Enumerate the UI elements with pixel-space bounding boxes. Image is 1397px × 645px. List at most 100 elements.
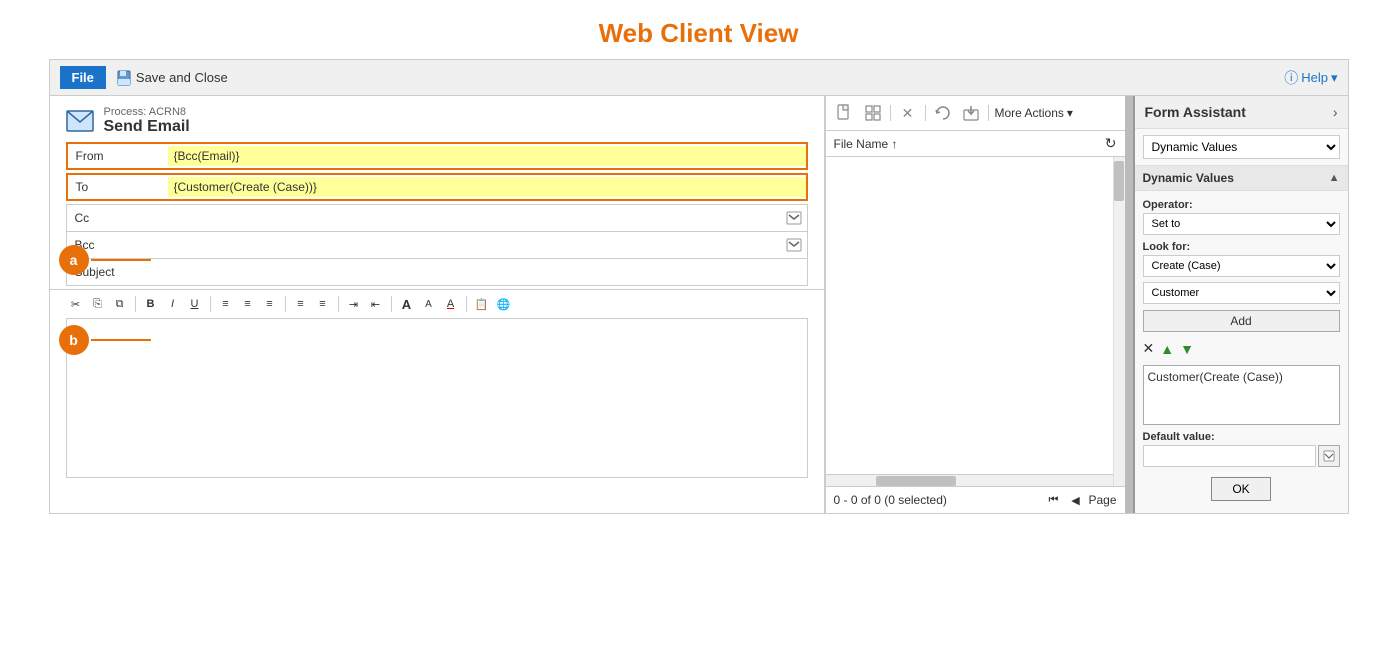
paste-text-button[interactable]: 📋 [472, 294, 492, 314]
fa-default-input-row [1143, 445, 1340, 467]
italic-button[interactable]: I [163, 294, 183, 314]
help-circle-icon: ⓘ [1284, 68, 1298, 88]
attachment-toolbar: ✕ [826, 96, 1125, 131]
fa-main-dropdown[interactable]: Dynamic Values [1143, 135, 1340, 159]
look-for-label: Look for: [1143, 241, 1340, 253]
refresh-icon[interactable] [932, 102, 954, 124]
att-separator-2 [925, 105, 926, 121]
font-size-small-button[interactable]: A [419, 294, 439, 314]
look-for-select-1[interactable]: Create (Case) [1143, 255, 1340, 277]
file-button[interactable]: File [60, 66, 106, 89]
fa-values-box: Customer(Create (Case)) [1143, 365, 1340, 425]
operator-label: Operator: [1143, 199, 1340, 211]
form-fields: From To Cc [50, 142, 824, 286]
file-list-area [826, 157, 1113, 486]
outdent-button[interactable]: ⇤ [366, 294, 386, 314]
email-icon [66, 110, 94, 132]
save-icon [116, 70, 132, 86]
help-label: Help [1301, 70, 1328, 85]
attachment-panel: ✕ [825, 96, 1125, 513]
delete-attachment-icon[interactable]: ✕ [897, 102, 919, 124]
page-label: Page [1088, 493, 1116, 507]
font-size-button[interactable]: A [397, 294, 417, 314]
process-info: Process: ACRN8 Send Email [104, 106, 190, 136]
save-close-button[interactable]: Save and Close [116, 70, 228, 86]
cc-label: Cc [67, 207, 167, 229]
horizontal-scrollbar[interactable] [826, 474, 1113, 486]
to-field-row: To [66, 173, 808, 201]
fa-action-row: ✕ ▲ ▼ [1143, 338, 1340, 359]
prev-page-button[interactable]: ◀ [1066, 491, 1084, 509]
vertical-scrollbar[interactable] [1113, 157, 1125, 486]
cc-input[interactable] [167, 208, 783, 228]
align-center-button[interactable]: ≡ [238, 294, 258, 314]
more-actions-button[interactable]: More Actions ▾ [995, 106, 1073, 120]
process-name: Process: ACRN8 [104, 106, 190, 118]
help-button[interactable]: ⓘ Help ▾ [1284, 68, 1337, 88]
from-label: From [68, 145, 168, 167]
operator-select[interactable]: Set to [1143, 213, 1340, 235]
refresh-list-icon[interactable]: ↻ [1105, 135, 1117, 152]
fa-section-label: Dynamic Values [1143, 171, 1234, 185]
subject-field-row: Subject [66, 258, 808, 286]
indent-button[interactable]: ⇥ [344, 294, 364, 314]
att-separator-1 [890, 105, 891, 121]
to-input[interactable] [168, 177, 806, 197]
rich-text-toolbar: ✂ ⎘ ⧉ B I U ≡ ≡ ≡ ≡ ≡ ⇥ ⇤ [50, 289, 824, 318]
attach-file-icon[interactable] [834, 102, 856, 124]
help-dropdown-icon: ▾ [1331, 70, 1338, 86]
from-input[interactable] [168, 146, 806, 166]
default-value-group: Default value: [1143, 431, 1340, 467]
fa-delete-icon[interactable]: ✕ [1143, 340, 1155, 357]
pagination-buttons: ⏮ ◀ Page [1044, 491, 1116, 509]
file-name-column: File Name ↑ [834, 137, 898, 151]
page-title: Web Client View [9, 0, 1389, 59]
cut-button[interactable]: ✂ [66, 294, 86, 314]
unordered-list-button[interactable]: ≡ [313, 294, 333, 314]
form-assistant-expand-icon[interactable]: › [1333, 104, 1338, 120]
default-value-label: Default value: [1143, 431, 1340, 443]
bcc-field-row: Bcc [66, 231, 808, 259]
pagination-info: 0 - 0 of 0 (0 selected) [834, 493, 947, 507]
look-for-select-2[interactable]: Customer [1143, 282, 1340, 304]
attachment-list [826, 157, 1125, 486]
fa-add-button[interactable]: Add [1143, 310, 1340, 332]
save-close-label: Save and Close [136, 70, 228, 85]
align-right-button[interactable]: ≡ [260, 294, 280, 314]
email-body-editor[interactable] [66, 318, 808, 478]
bcc-input[interactable] [167, 235, 783, 255]
copy-button[interactable]: ⎘ [88, 294, 108, 314]
att-separator-3 [988, 105, 989, 121]
bold-button[interactable]: B [141, 294, 161, 314]
bcc-lookup-icon[interactable] [783, 234, 805, 256]
insert-link-button[interactable]: 🌐 [494, 294, 514, 314]
cc-lookup-icon[interactable] [783, 207, 805, 229]
ordered-list-button[interactable]: ≡ [291, 294, 311, 314]
first-page-button[interactable]: ⏮ [1044, 491, 1062, 509]
paste-button[interactable]: ⧉ [110, 294, 130, 314]
fa-move-down-icon[interactable]: ▼ [1180, 341, 1194, 357]
subject-input[interactable] [167, 262, 807, 282]
font-color-button[interactable]: A [441, 294, 461, 314]
toolbar-sep-6 [466, 296, 467, 312]
look-for-group: Look for: Create (Case) Customer [1143, 241, 1340, 304]
fa-move-up-icon[interactable]: ▲ [1160, 341, 1174, 357]
fa-ok-button[interactable]: OK [1211, 477, 1271, 501]
panel-divider [1125, 96, 1133, 513]
grid-view-icon[interactable] [862, 102, 884, 124]
align-left-button[interactable]: ≡ [216, 294, 236, 314]
form-assistant-title: Form Assistant [1145, 104, 1246, 120]
file-list-header: File Name ↑ ↻ [826, 131, 1125, 157]
more-actions-label: More Actions [995, 106, 1064, 120]
default-value-input[interactable] [1143, 445, 1316, 467]
send-email-title: Send Email [104, 118, 190, 136]
underline-button[interactable]: U [185, 294, 205, 314]
fa-section-collapse-icon[interactable]: ▲ [1329, 172, 1340, 184]
export-icon[interactable] [960, 102, 982, 124]
from-field-row: From [66, 142, 808, 170]
toolbar-sep-5 [391, 296, 392, 312]
to-label: To [68, 176, 168, 198]
toolbar-sep-2 [210, 296, 211, 312]
form-assistant-header: Form Assistant › [1135, 96, 1348, 129]
fa-default-lookup-icon[interactable] [1318, 445, 1340, 467]
